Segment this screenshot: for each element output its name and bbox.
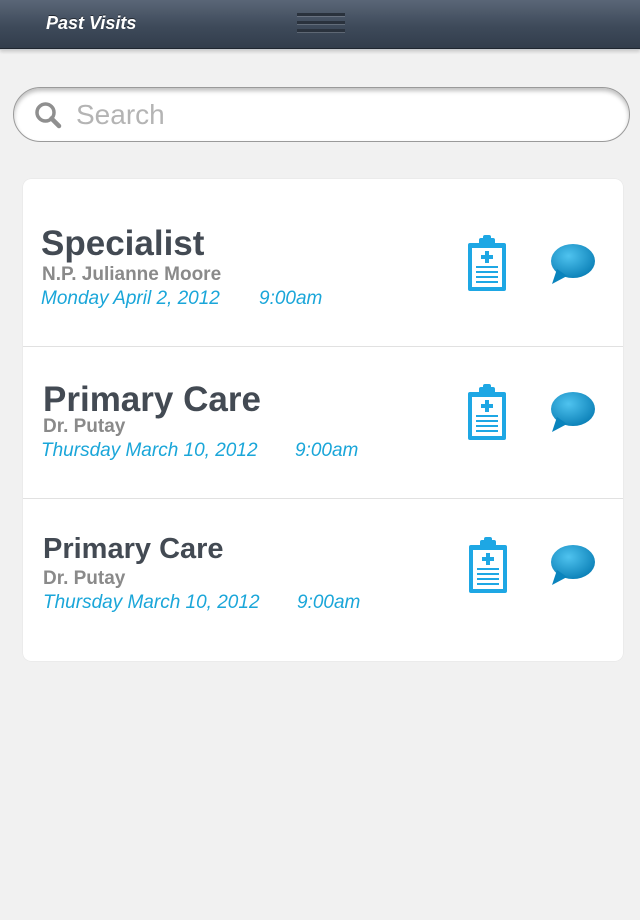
visit-date: Thursday March 10, 2012 — [41, 440, 258, 461]
visit-date: Thursday March 10, 2012 — [43, 592, 260, 613]
visit-type: Specialist — [41, 224, 205, 263]
visits-list: Specialist N.P. Julianne Moore Monday Ap… — [23, 179, 623, 661]
clipboard-icon[interactable] — [466, 235, 508, 293]
visit-row[interactable]: Primary Care Dr. Putay Thursday March 10… — [23, 347, 623, 499]
visit-time: 9:00am — [295, 440, 359, 461]
visit-time: 9:00am — [297, 592, 361, 613]
clipboard-icon[interactable] — [466, 384, 508, 442]
chat-bubble-icon[interactable] — [549, 390, 597, 434]
hamburger-menu-icon[interactable] — [297, 13, 345, 35]
page-title: Past Visits — [46, 13, 137, 33]
visit-time: 9:00am — [259, 288, 323, 309]
chat-bubble-icon[interactable] — [549, 242, 597, 286]
navigation-bar: Past Visits — [0, 0, 640, 49]
chat-bubble-icon[interactable] — [549, 543, 597, 587]
provider-name: N.P. Julianne Moore — [42, 264, 222, 285]
search-icon — [35, 102, 62, 129]
search-bar[interactable] — [13, 87, 630, 142]
provider-name: Dr. Putay — [43, 568, 126, 589]
visit-type: Primary Care — [43, 380, 261, 419]
visit-date: Monday April 2, 2012 — [41, 288, 220, 309]
visit-row[interactable]: Primary Care Dr. Putay Thursday March 10… — [23, 499, 623, 661]
visit-row[interactable]: Specialist N.P. Julianne Moore Monday Ap… — [23, 179, 623, 347]
search-input[interactable] — [76, 96, 606, 134]
visit-type: Primary Care — [43, 533, 224, 565]
provider-name: Dr. Putay — [43, 416, 126, 437]
clipboard-icon[interactable] — [467, 537, 509, 595]
